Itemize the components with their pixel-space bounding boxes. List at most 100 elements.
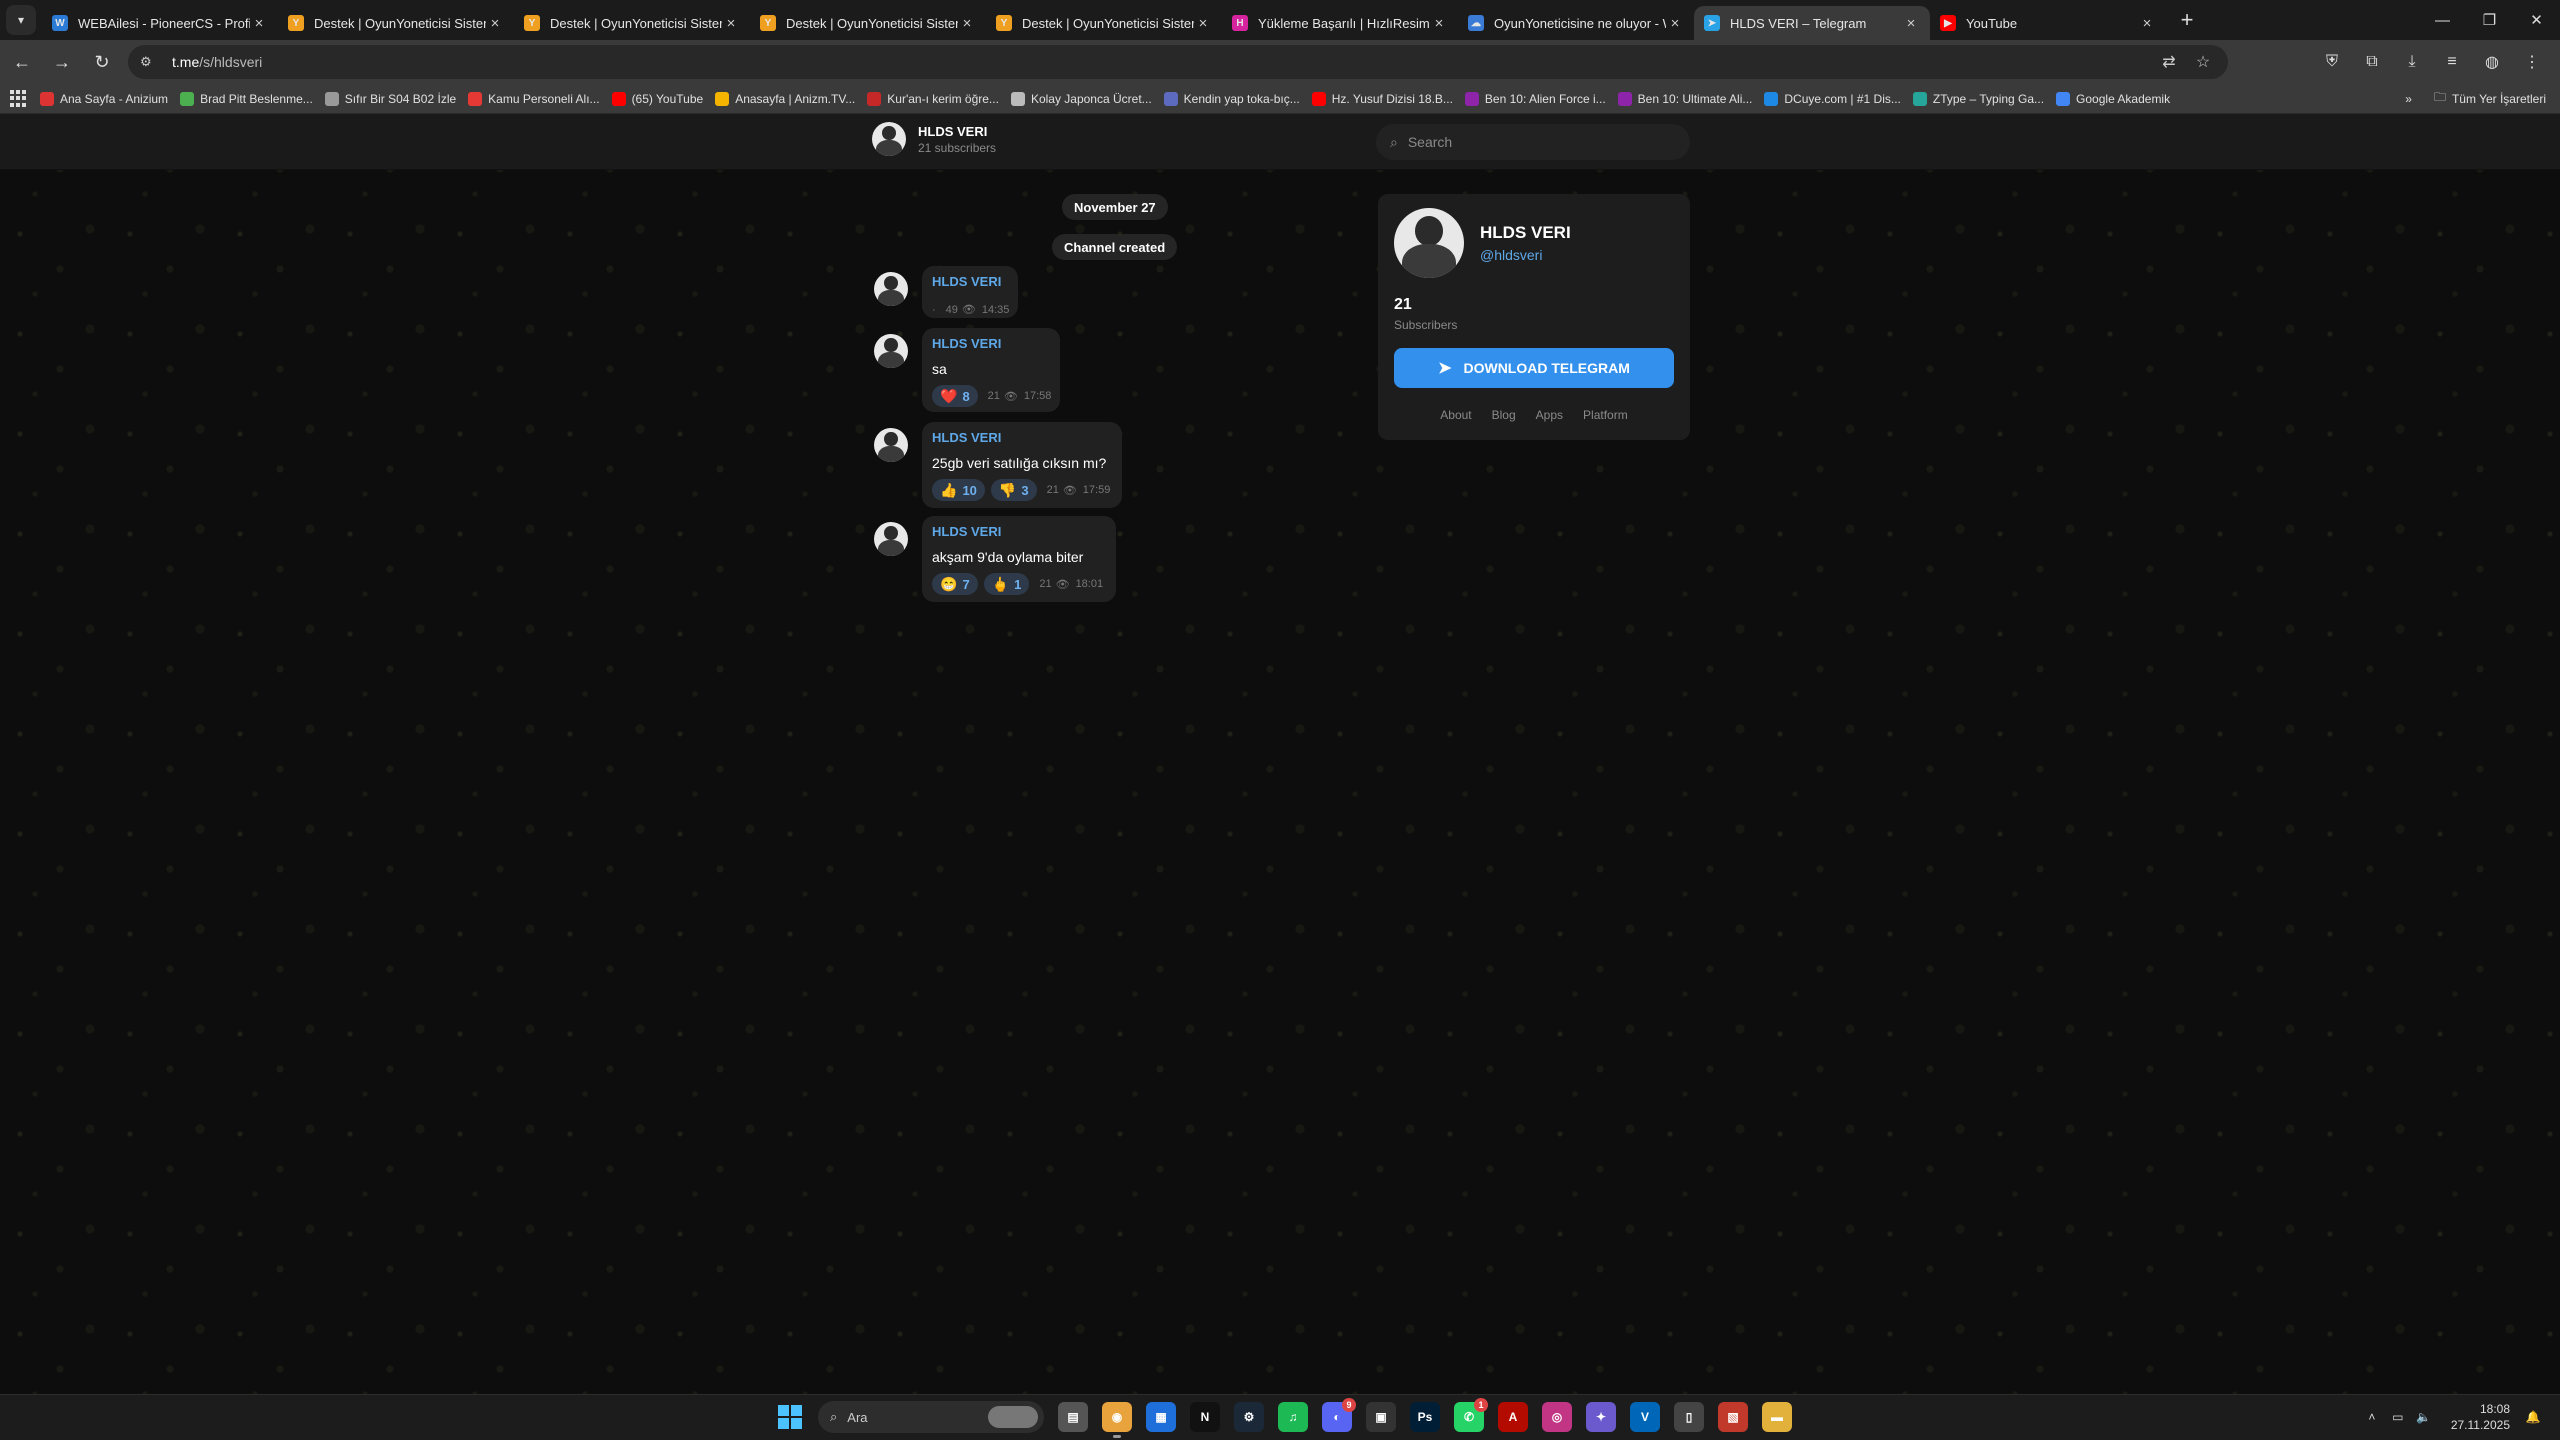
bookmark-item[interactable]: (65) YouTube (611, 91, 703, 106)
browser-tab[interactable]: W WEBAilesi - PioneerCS - Profil S × (42, 6, 278, 40)
download-icon[interactable]: ⤓ (2392, 44, 2432, 80)
shield-icon[interactable]: ⛨ (2312, 44, 2352, 80)
close-tab-icon[interactable]: × (1666, 15, 1684, 32)
close-tab-icon[interactable]: × (2138, 15, 2156, 32)
windows-start-icon[interactable] (778, 1405, 802, 1429)
close-tab-icon[interactable]: × (1902, 15, 1920, 32)
volume-icon[interactable]: 🔈 (2411, 1410, 2437, 1424)
browser-tab[interactable]: ▶ YouTube × (1930, 6, 2166, 40)
clock[interactable]: 18:08 27.11.2025 (2451, 1401, 2510, 1433)
bookmark-item[interactable]: Google Akademik (2056, 91, 2170, 106)
steam-icon[interactable]: ⚙ (1234, 1402, 1264, 1432)
back-button[interactable]: ← (4, 44, 40, 80)
bookmark-item[interactable]: DCuye.com | #1 Dis... (1764, 91, 1901, 106)
close-window-button[interactable]: ✕ (2513, 0, 2560, 40)
site-info-icon[interactable]: ⚙ (140, 54, 162, 70)
message-author[interactable]: HLDS VERI (932, 524, 1106, 539)
browser-tab[interactable]: Y Destek | OyunYoneticisi Sistemi × (278, 6, 514, 40)
message-bubble[interactable]: HLDS VERI · 49 👁 14:35 (922, 266, 1018, 318)
bookmark-item[interactable]: Ben 10: Alien Force i... (1464, 91, 1606, 106)
profile-avatar[interactable]: ◍ (2472, 44, 2512, 80)
close-tab-icon[interactable]: × (958, 15, 976, 32)
discord-icon[interactable]: ◐ 9 (1322, 1398, 1356, 1432)
bookmark-item[interactable]: Kolay Japonca Ücret... (1010, 91, 1152, 106)
bookmark-item[interactable]: Brad Pitt Beslenme... (180, 91, 313, 106)
taskbar-search[interactable]: ⌕ Ara (818, 1401, 1044, 1433)
minimize-button[interactable]: — (2419, 0, 2466, 40)
link-apps[interactable]: Apps (1536, 408, 1563, 422)
close-tab-icon[interactable]: × (722, 15, 740, 32)
folder-icon[interactable]: ▬ (1762, 1402, 1792, 1432)
bookmark-item[interactable]: Ana Sayfa - Anizium (40, 91, 168, 106)
bookmark-item[interactable]: Kamu Personeli Alı... (468, 91, 600, 106)
hand-emoji-icon: 🖕 (991, 575, 1010, 592)
bookmark-item[interactable]: Hz. Yusuf Dizisi 18.B... (1311, 91, 1453, 106)
chrome-icon[interactable]: ◉ (1102, 1402, 1132, 1438)
reaction-grin[interactable]: 😁 7 (932, 573, 978, 595)
reaction-heart[interactable]: ❤️ 8 (932, 385, 978, 407)
bookmark-item[interactable]: Kendin yap toka-bıç... (1163, 91, 1300, 106)
close-tab-icon[interactable]: × (1430, 15, 1448, 32)
link-about[interactable]: About (1440, 408, 1471, 422)
reaction-hand[interactable]: 🖕 1 (983, 573, 1030, 595)
search-input[interactable]: ⌕ Search (1376, 124, 1690, 160)
extensions-icon[interactable]: ⧉ (2352, 44, 2392, 80)
spotify-icon[interactable]: ♫ (1278, 1402, 1308, 1432)
message-author[interactable]: HLDS VERI (932, 274, 1008, 289)
copilot-icon[interactable]: ✦ (1586, 1402, 1616, 1432)
reaction-thumbs-down[interactable]: 👎 3 (990, 479, 1037, 501)
browser-tab[interactable]: ➤ HLDS VERI – Telegram × (1694, 6, 1930, 40)
bookmark-item[interactable]: Kur'an-ı kerim öğre... (867, 91, 999, 106)
forward-button[interactable]: → (44, 44, 80, 80)
message-bubble[interactable]: HLDS VERI sa ❤️ 8 21 👁 17:58 (922, 328, 1060, 412)
browser-tab[interactable]: H Yükleme Başarılı | HızlıResim × (1222, 6, 1458, 40)
browser-tab[interactable]: Y Destek | OyunYoneticisi Sistemi × (514, 6, 750, 40)
network-icon[interactable]: ▭ (2385, 1410, 2411, 1424)
close-tab-icon[interactable]: × (1194, 15, 1212, 32)
channel-handle[interactable]: @hldsveri (1480, 247, 1571, 263)
message-author[interactable]: HLDS VERI (932, 336, 1050, 351)
translate-icon[interactable]: ⇄ (2152, 52, 2186, 72)
browser-tab[interactable]: ☁ OyunYoneticisine ne oluyor - W × (1458, 6, 1694, 40)
apps-grid-icon[interactable] (10, 89, 28, 108)
address-bar[interactable]: ⚙ t.me/s/hldsveri ⇄ ☆ (128, 45, 2228, 79)
new-tab-button[interactable]: + (2172, 5, 2202, 35)
reload-button[interactable]: ↻ (84, 44, 120, 80)
notes-icon[interactable]: ▯ (1674, 1402, 1704, 1432)
reaction-thumbs-up[interactable]: 👍 10 (932, 479, 985, 501)
chevron-up-icon[interactable]: ˄ (2359, 1410, 2385, 1424)
bookmark-item[interactable]: Ben 10: Ultimate Ali... (1617, 91, 1752, 106)
browser-tab[interactable]: Y Destek | OyunYoneticisi Sistemi × (750, 6, 986, 40)
message-author[interactable]: HLDS VERI (932, 430, 1112, 445)
kebab-menu-icon[interactable]: ⋮ (2512, 44, 2552, 80)
link-blog[interactable]: Blog (1492, 408, 1516, 422)
star-icon[interactable]: ☆ (2186, 52, 2220, 72)
netflix-icon[interactable]: N (1190, 1402, 1220, 1432)
tab-search-button[interactable]: ▾ (6, 5, 36, 35)
file-explorer-icon[interactable]: ▤ (1058, 1402, 1088, 1432)
bookmark-item[interactable]: Sıfır Bir S04 B02 İzle (324, 91, 456, 106)
instagram-icon[interactable]: ◎ (1542, 1402, 1572, 1432)
vs-code-icon[interactable]: V (1630, 1402, 1660, 1432)
download-telegram-button[interactable]: ➤ DOWNLOAD TELEGRAM (1394, 348, 1674, 388)
close-tab-icon[interactable]: × (250, 15, 268, 32)
bookmark-item[interactable]: ZType – Typing Ga... (1912, 91, 2044, 106)
acrobat-icon[interactable]: A (1498, 1402, 1528, 1432)
photoshop-icon[interactable]: Ps (1410, 1402, 1440, 1432)
channel-header-info[interactable]: HLDS VERI 21 subscribers (872, 122, 996, 156)
browser-tab[interactable]: Y Destek | OyunYoneticisi Sistemi × (986, 6, 1222, 40)
photos-icon[interactable]: ▧ (1718, 1402, 1748, 1432)
message-bubble[interactable]: HLDS VERI akşam 9'da oylama biter 😁 7 🖕 … (922, 516, 1116, 602)
whatsapp-icon[interactable]: ✆ 1 (1454, 1398, 1488, 1432)
all-bookmarks-button[interactable]: Tüm Yer İşaretleri (2452, 92, 2546, 106)
message-bubble[interactable]: HLDS VERI 25gb veri satılığa cıksın mı? … (922, 422, 1122, 508)
maximize-button[interactable]: ❐ (2466, 0, 2513, 40)
calendar-app-icon[interactable]: ▦ (1146, 1402, 1176, 1432)
close-tab-icon[interactable]: × (486, 15, 504, 32)
bookmark-item[interactable]: Anasayfa | Anizm.TV... (715, 91, 855, 106)
chevron-double-right-icon[interactable]: » (2405, 92, 2412, 106)
store-icon[interactable]: ▣ (1366, 1402, 1396, 1432)
link-platform[interactable]: Platform (1583, 408, 1628, 422)
notification-bell-icon[interactable]: 🔔 (2520, 1410, 2546, 1424)
media-icon[interactable]: ≡ (2432, 44, 2472, 80)
